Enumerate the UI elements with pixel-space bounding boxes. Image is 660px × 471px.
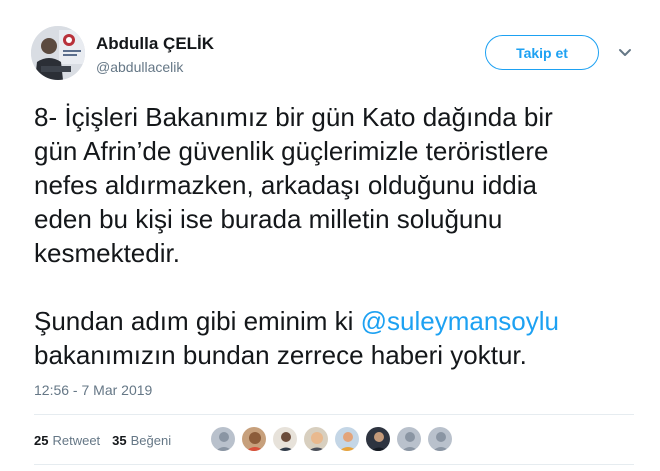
like-count: 35 [112,432,127,448]
retweet-count: 25 [34,432,49,448]
author-avatar-image [31,26,85,80]
liker-avatar[interactable] [334,426,360,452]
liker-avatar[interactable] [272,426,298,452]
chevron-down-icon[interactable] [614,42,636,64]
divider [34,414,634,415]
liker-avatar[interactable] [210,426,236,452]
like-label: Beğeni [130,432,172,448]
retweet-stat[interactable]: 25 Retweet [34,433,100,448]
tweet-paragraph: Şundan adım gibi eminim ki @suleymansoyl… [34,304,644,372]
author-avatar[interactable] [31,26,85,80]
likers-avatars [210,426,458,454]
liker-avatar[interactable] [427,426,453,452]
liker-avatar[interactable] [303,426,329,452]
liker-avatar[interactable] [396,426,422,452]
divider [34,464,634,465]
tweet-header: Abdulla ÇELİK @abdullacelik Takip et [31,26,641,82]
tweet-text-segment: bakanımızın bundan zerrece haberi yoktur… [34,340,527,370]
tweet-timestamp[interactable]: 12:56 - 7 Mar 2019 [34,382,152,398]
tweet-text: 8- İçişleri Bakanımız bir gün Kato dağın… [34,100,644,372]
tweet-paragraph: 8- İçişleri Bakanımız bir gün Kato dağın… [34,102,553,268]
like-stat[interactable]: 35 Beğeni [112,433,171,448]
retweet-label: Retweet [52,432,101,448]
mention-link[interactable]: @suleymansoylu [361,306,559,336]
follow-button[interactable]: Takip et [485,35,599,70]
tweet-stats: 25 Retweet 35 Beğeni [34,430,171,450]
author-display-name[interactable]: Abdulla ÇELİK [96,34,214,54]
author-handle[interactable]: @abdullacelik [96,59,183,75]
liker-avatar[interactable] [365,426,391,452]
liker-avatar[interactable] [241,426,267,452]
tweet-text-segment: Şundan adım gibi eminim ki [34,306,361,336]
